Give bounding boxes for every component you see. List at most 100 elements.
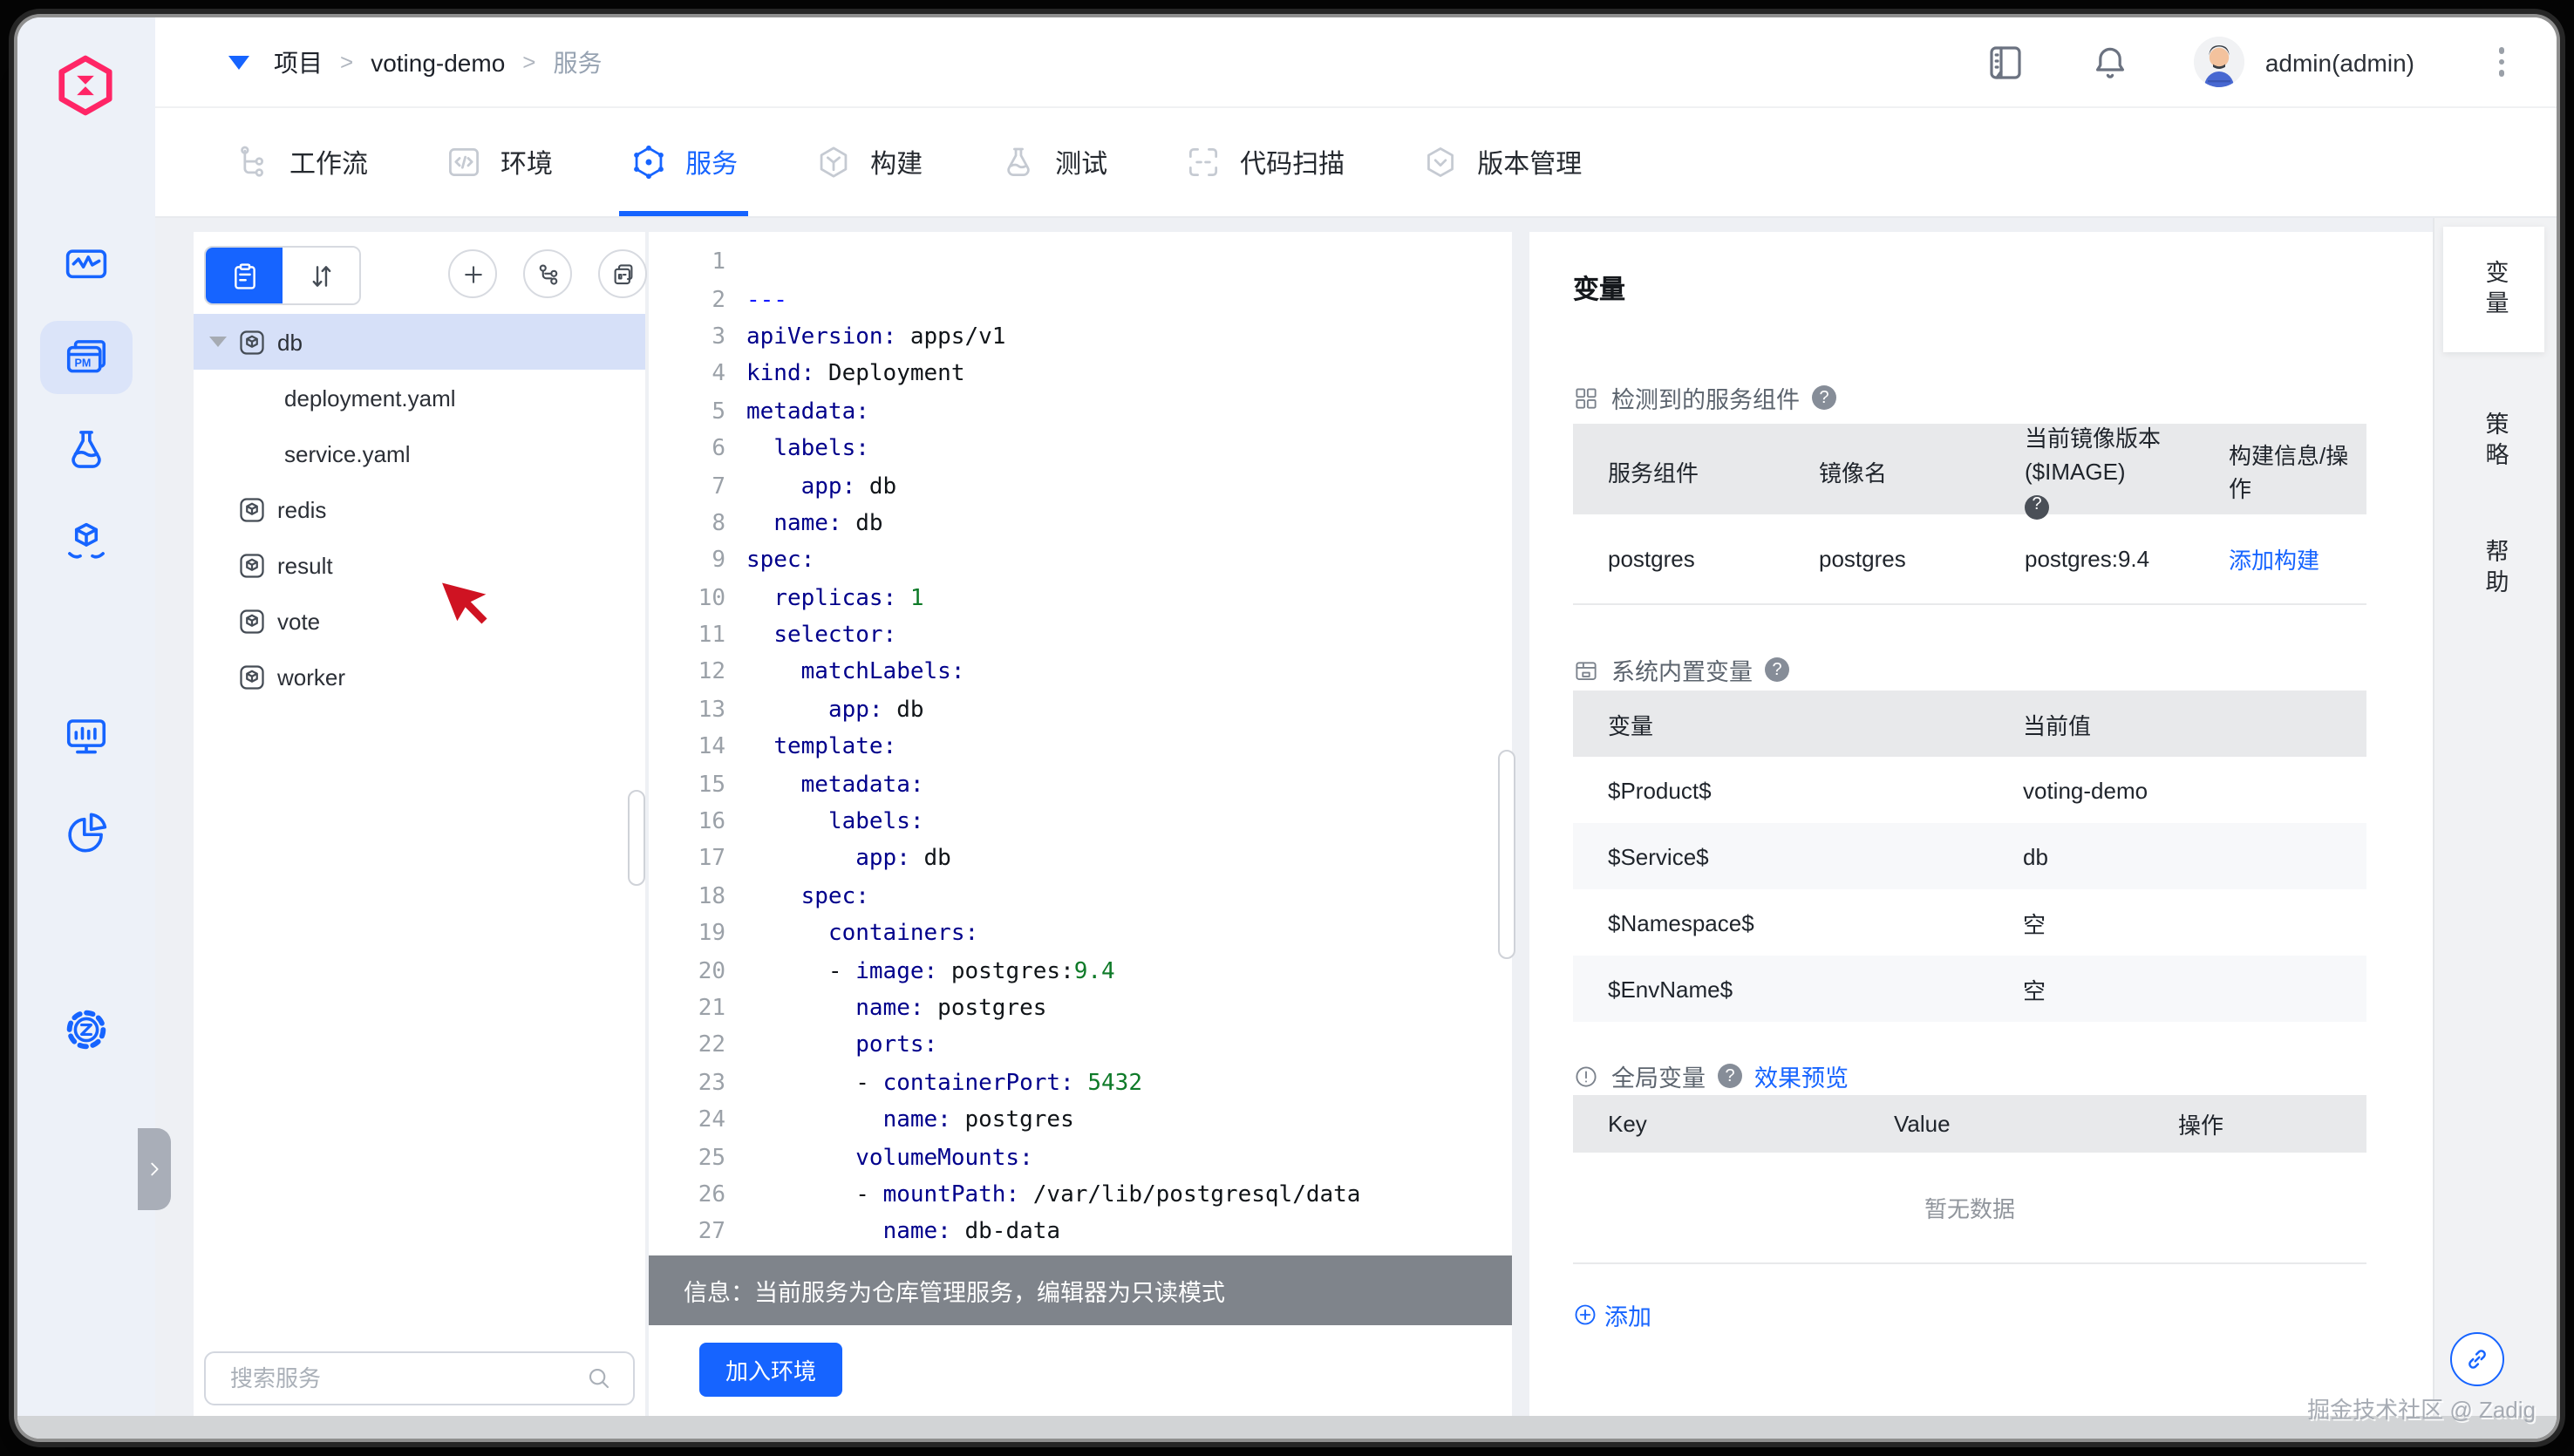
collapse-rail-handle[interactable] <box>138 1128 171 1210</box>
zadig-logo-icon[interactable] <box>52 52 119 119</box>
tab-test[interactable]: 测试 <box>999 108 1107 216</box>
help-icon[interactable]: ? <box>1765 657 1789 682</box>
clipboard-icon <box>229 261 259 290</box>
username[interactable]: admin(admin) <box>2265 48 2414 76</box>
view-toggle-group <box>204 246 361 305</box>
code-line: 7 app: db <box>649 468 1512 506</box>
tree-toolbar <box>204 246 635 305</box>
screen: PM 项目 > voting-demo > 服务 <box>0 0 2574 1456</box>
search-input[interactable] <box>230 1365 586 1391</box>
code-line: 10 replicas: 1 <box>649 580 1512 617</box>
bell-icon[interactable] <box>2089 41 2131 83</box>
preview-effect-link[interactable]: 效果预览 <box>1754 1058 1849 1093</box>
tree-item-service-yaml[interactable]: service.yaml <box>194 425 645 481</box>
code-line: 16 labels: <box>649 804 1512 841</box>
share-link-button[interactable] <box>2450 1332 2504 1386</box>
sort-arrows-icon <box>306 261 336 290</box>
rail-insight-icon[interactable] <box>40 699 133 772</box>
tree-item-redis[interactable]: redis <box>194 481 645 537</box>
panel-title: 变量 <box>1573 270 1625 307</box>
tab-build[interactable]: 构建 <box>814 108 923 216</box>
tab-version[interactable]: 版本管理 <box>1421 108 1582 216</box>
service-cube-icon <box>239 496 265 522</box>
tab-workflow[interactable]: 工作流 <box>234 108 368 216</box>
table-header: 服务组件 镜像名 当前镜像版本 ($IMAGE)? 构建信息/操作 <box>1573 424 2366 514</box>
side-tab-policy[interactable]: 策略 <box>2443 378 2544 504</box>
service-cube-icon <box>239 663 265 690</box>
code-line: 14 template: <box>649 729 1512 766</box>
global-variables-table: Key Value 操作 <box>1573 1095 2366 1153</box>
rail-test-lab-icon[interactable] <box>40 412 133 485</box>
join-environment-button[interactable]: 加入环境 <box>699 1343 842 1397</box>
code-line: 12 matchLabels: <box>649 655 1512 692</box>
empty-state: 暂无数据 <box>1573 1191 2366 1224</box>
code-lines[interactable]: 12---3apiVersion: apps/v14kind: Deployme… <box>649 244 1512 1251</box>
breadcrumb-projects[interactable]: 项目 <box>274 44 323 79</box>
variables-panel: 变量 检测到的服务组件 ? 服务组件 镜像名 当前镜像版本 ($IMAGE)? … <box>1529 232 2433 1439</box>
search-service-box <box>204 1351 635 1405</box>
rail-report-icon[interactable] <box>40 795 133 868</box>
table-header: 变量 当前值 <box>1573 691 2366 757</box>
breadcrumb-project-name[interactable]: voting-demo <box>371 48 505 76</box>
help-icon[interactable]: ? <box>1812 385 1836 410</box>
build-icon <box>814 143 853 181</box>
svg-text:PM: PM <box>75 357 92 369</box>
breadcrumb-separator: > <box>340 49 353 75</box>
service-cube-icon <box>239 329 265 355</box>
breadcrumb-separator: > <box>522 49 535 75</box>
sort-view-toggle[interactable] <box>283 248 359 303</box>
add-service-button[interactable] <box>448 249 497 298</box>
tab-service[interactable]: 服务 <box>630 108 738 216</box>
yaml-editor: 12---3apiVersion: apps/v14kind: Deployme… <box>649 232 1512 1439</box>
tab-environment[interactable]: 环境 <box>445 108 553 216</box>
tree-structure-button[interactable] <box>523 249 572 298</box>
project-dropdown-caret-icon[interactable] <box>228 55 249 69</box>
detected-components-heading: 检测到的服务组件 ? <box>1573 380 1836 415</box>
table-row: $Namespace$空 <box>1573 889 2366 956</box>
code-line: 20 - image: postgres:9.4 <box>649 953 1512 990</box>
left-rail: PM <box>17 17 155 1439</box>
service-tree-panel: db deployment.yaml service.yaml redis re… <box>194 232 645 1439</box>
code-line: 5metadata: <box>649 393 1512 431</box>
tab-code-scan[interactable]: 代码扫描 <box>1184 108 1345 216</box>
tree-item-deployment-yaml[interactable]: deployment.yaml <box>194 370 645 425</box>
table-row: postgres postgres postgres:9.4 添加构建 <box>1573 514 2366 605</box>
help-icon[interactable]: ? <box>1718 1064 1742 1088</box>
table-row: $Product$voting-demo <box>1573 757 2366 823</box>
tree-item-result[interactable]: result <box>194 537 645 593</box>
table-row: $EnvName$空 <box>1573 956 2366 1022</box>
rail-delivery-icon[interactable] <box>40 504 133 577</box>
tree-scrollbar[interactable] <box>628 790 645 886</box>
app-header: 项目 > voting-demo > 服务 admin(admin) <box>155 17 2557 108</box>
tree-item-vote[interactable]: vote <box>194 593 645 649</box>
copy-service-button[interactable] <box>598 249 647 298</box>
code-line: 23 - containerPort: 5432 <box>649 1065 1512 1102</box>
add-build-link[interactable]: 添加构建 <box>2229 542 2366 575</box>
rail-dashboard-icon[interactable] <box>40 228 133 302</box>
breadcrumb-current-page: 服务 <box>553 44 602 79</box>
side-tab-variables[interactable]: 变量 <box>2443 227 2544 352</box>
code-line: 18 spec: <box>649 878 1512 915</box>
version-icon <box>1421 143 1460 181</box>
global-variables-heading: 全局变量 ? 效果预览 <box>1573 1058 1849 1093</box>
avatar[interactable] <box>2194 37 2244 87</box>
help-icon[interactable]: ? <box>2025 494 2049 519</box>
search-icon <box>586 1365 612 1391</box>
rail-projects-pm-icon[interactable]: PM <box>40 321 133 394</box>
expand-caret-icon[interactable] <box>209 337 227 347</box>
code-line: 13 app: db <box>649 691 1512 729</box>
divider <box>1573 1262 2366 1264</box>
add-variable-button[interactable]: 添加 <box>1573 1297 1651 1332</box>
more-icon[interactable] <box>2491 41 2511 84</box>
table-row: $Service$db <box>1573 823 2366 889</box>
editor-scrollbar[interactable] <box>1498 750 1515 959</box>
changelog-icon[interactable] <box>1985 41 2026 83</box>
circle-plus-icon <box>1573 1303 1597 1327</box>
rail-settings-icon[interactable] <box>40 992 133 1065</box>
tree-item-db[interactable]: db <box>194 314 645 370</box>
table-header: Key Value 操作 <box>1573 1095 2366 1153</box>
list-view-toggle[interactable] <box>206 248 283 303</box>
tree-item-worker[interactable]: worker <box>194 649 645 704</box>
side-tab-help[interactable]: 帮助 <box>2443 506 2544 631</box>
builtin-box-icon <box>1573 657 1599 683</box>
